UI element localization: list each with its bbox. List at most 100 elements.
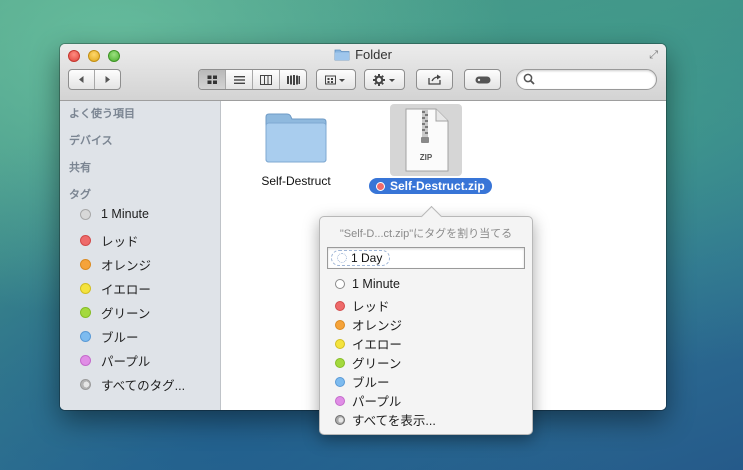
tag-dot-icon [80,235,91,246]
icon-view-button[interactable] [199,70,226,89]
tag-dot-icon [335,279,345,289]
sidebar-tag-label: 1 Minute [101,207,149,221]
popover-tag-label: すべてを表示... [352,414,436,428]
column-view-button[interactable] [253,70,280,89]
popover-show-all[interactable]: すべてを表示... [335,410,436,429]
nav-button-group [68,69,121,90]
popover-tag-label: オレンジ [352,319,403,333]
tag-token[interactable]: 1 Day [331,250,391,266]
window-title: Folder [355,47,392,62]
tag-dot-icon [80,208,91,220]
sidebar-tag-label: グリーン [101,307,151,321]
popover-tag-label: パープル [352,395,402,409]
tag-action[interactable] [465,70,500,89]
gear-icon [372,73,395,86]
view-mode-group [198,69,307,90]
tag-dot-icon [376,181,385,191]
share-icon [427,74,441,85]
title-bar: Folder ⤢ [60,44,666,101]
tag-dot-icon [335,319,345,330]
popover-tag-blue[interactable]: ブルー [335,372,390,391]
file-name: Self-Destruct [261,174,331,188]
tag-dot-icon [80,331,91,342]
sidebar-tag-label: ブルー [101,331,139,345]
tag-input-field[interactable]: 1 Day [327,247,525,269]
action-button[interactable] [364,69,405,90]
sidebar-section-tags: タグ [69,189,91,201]
tag-popover: "Self-D...ct.zip"にタグを割り当てる 1 Day 1 Minut… [319,205,533,435]
file-item-zip[interactable]: ZIP [400,107,452,176]
sidebar-tag-purple[interactable]: パープル [80,351,150,370]
window-title-area: Folder [60,47,666,64]
tag-dot-icon [335,338,345,349]
popover-tag-label: イエロー [352,338,402,352]
popover-tag-green[interactable]: グリーン [335,353,401,372]
zip-file-icon [405,108,449,172]
sidebar-tag-label: すべてのタグ... [101,379,186,393]
sidebar-section-devices: デバイス [69,135,113,147]
selected-file-name[interactable]: Self-Destruct.zip [369,178,492,194]
back-button[interactable] [69,70,95,89]
sidebar-section-favorites: よく使う項目 [69,108,135,120]
coverflow-view-button[interactable] [280,70,306,89]
file-item-folder[interactable]: Self-Destruct [256,109,336,188]
tag-dot-icon [335,357,345,368]
chevron-left-icon [79,76,84,83]
tag-icon [475,76,490,83]
sidebar-tag-green[interactable]: グリーン [80,303,150,322]
popover-title: "Self-D...ct.zip"にタグを割り当てる [339,228,513,240]
popover-tag-label: レッド [352,300,390,314]
popover-tag-purple[interactable]: パープル [335,391,401,410]
search-icon [523,73,535,85]
arrange-dropdown[interactable] [317,70,355,89]
tag-dot-icon [337,253,347,263]
zip-badge: ZIP [419,153,433,162]
popover-tag-orange[interactable]: オレンジ [335,315,402,334]
sidebar-tag-blue[interactable]: ブルー [80,327,139,346]
arrange-button[interactable] [316,69,356,90]
sidebar-tag-1-minute[interactable]: 1 Minute [80,207,149,221]
forward-button[interactable] [95,70,120,89]
share-action[interactable] [417,70,452,89]
tag-dot-icon [335,300,345,311]
sidebar: よく使う項目 デバイス 共有 タグ 1 Minute レッド オレンジ イエロー… [60,101,221,410]
tag-dot-icon [80,283,91,294]
tag-dot-icon [80,307,91,318]
popover-tag-red[interactable]: レッド [335,296,390,315]
action-dropdown[interactable] [365,70,404,89]
tag-dot-icon [335,395,345,406]
arrange-icon [325,75,345,84]
share-button[interactable] [416,69,453,90]
popover-tag-label: グリーン [352,357,402,371]
list-view-icon [233,75,245,84]
sidebar-tag-orange[interactable]: オレンジ [80,255,151,274]
chevron-right-icon [105,76,110,83]
popover-tag-yellow[interactable]: イエロー [335,334,402,353]
list-view-button[interactable] [226,70,253,89]
column-view-icon [260,74,272,85]
sidebar-tag-all[interactable]: すべてのタグ... [80,375,185,394]
sidebar-tag-red[interactable]: レッド [80,231,139,250]
coverflow-view-icon [286,74,300,85]
popover-tag-1-minute[interactable]: 1 Minute [335,277,400,291]
tag-dot-icon [335,376,345,387]
sidebar-tag-label: パープル [101,355,151,369]
all-tags-icon [80,379,91,390]
icon-view-icon [207,75,217,84]
sidebar-tag-label: オレンジ [101,259,152,273]
sidebar-tag-yellow[interactable]: イエロー [80,279,151,298]
tag-dot-icon [80,355,91,366]
tag-button[interactable] [464,69,501,90]
file-name: Self-Destruct.zip [390,179,485,193]
folder-icon [265,113,327,163]
tag-dot-icon [80,259,91,270]
sidebar-section-shared: 共有 [69,162,91,174]
tag-token-label: 1 Day [351,251,383,265]
popover-tag-label: 1 Minute [352,277,400,291]
fullscreen-icon[interactable]: ⤢ [649,49,658,62]
sidebar-tag-label: イエロー [101,283,151,297]
folder-icon [334,48,350,64]
sidebar-tag-label: レッド [101,235,139,249]
all-tags-icon [335,414,345,425]
search-field[interactable] [516,69,657,90]
